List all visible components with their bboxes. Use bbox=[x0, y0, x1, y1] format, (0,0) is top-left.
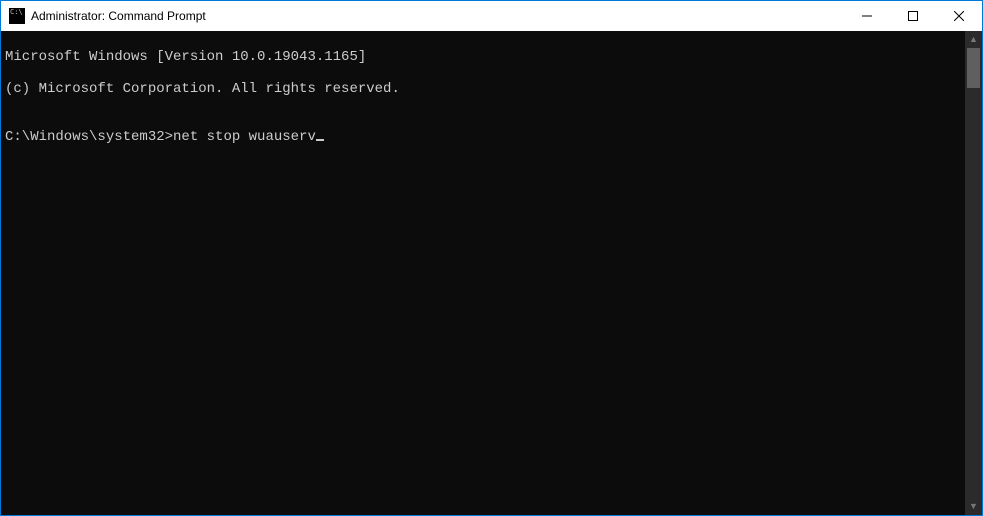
maximize-icon bbox=[908, 11, 918, 21]
terminal-prompt-line: C:\Windows\system32>net stop wuauserv bbox=[5, 129, 961, 145]
window-title: Administrator: Command Prompt bbox=[31, 9, 844, 23]
maximize-button[interactable] bbox=[890, 1, 936, 31]
minimize-button[interactable] bbox=[844, 1, 890, 31]
titlebar[interactable]: Administrator: Command Prompt bbox=[1, 1, 982, 31]
terminal-line: (c) Microsoft Corporation. All rights re… bbox=[5, 81, 961, 97]
close-icon bbox=[954, 11, 964, 21]
scrollbar-down-button[interactable]: ▼ bbox=[965, 498, 982, 515]
terminal-output[interactable]: Microsoft Windows [Version 10.0.19043.11… bbox=[1, 31, 965, 515]
chevron-up-icon: ▲ bbox=[969, 35, 978, 44]
window-controls bbox=[844, 1, 982, 31]
typed-command: net stop wuauserv bbox=[173, 129, 316, 145]
scrollbar-up-button[interactable]: ▲ bbox=[965, 31, 982, 48]
close-button[interactable] bbox=[936, 1, 982, 31]
chevron-down-icon: ▼ bbox=[969, 502, 978, 511]
vertical-scrollbar[interactable]: ▲ ▼ bbox=[965, 31, 982, 515]
prompt-path: C:\Windows\system32> bbox=[5, 129, 173, 145]
scrollbar-thumb[interactable] bbox=[967, 48, 980, 88]
text-cursor bbox=[316, 139, 324, 141]
terminal-line: Microsoft Windows [Version 10.0.19043.11… bbox=[5, 49, 961, 65]
terminal-area: Microsoft Windows [Version 10.0.19043.11… bbox=[1, 31, 982, 515]
cmd-icon bbox=[9, 8, 25, 24]
command-prompt-window: Administrator: Command Prompt Microsoft … bbox=[1, 1, 982, 515]
minimize-icon bbox=[862, 11, 872, 21]
